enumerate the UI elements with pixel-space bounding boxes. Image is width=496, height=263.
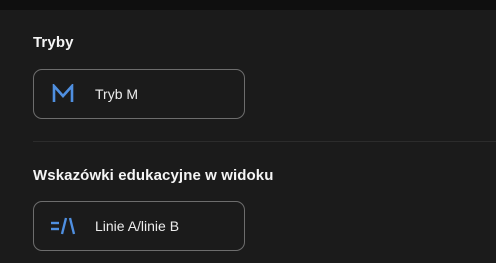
ab-lines-button[interactable]: Linie A/linie B (33, 201, 245, 251)
ab-lines-icon (50, 213, 76, 239)
mode-m-label: Tryb M (95, 86, 139, 102)
modes-section-title: Tryby (33, 34, 74, 51)
m-letter-icon (50, 81, 76, 107)
mode-m-button[interactable]: Tryb M (33, 69, 245, 119)
ab-lines-label: Linie A/linie B (95, 218, 180, 234)
education-section-title: Wskazówki edukacyjne w widoku (33, 167, 274, 184)
section-divider (33, 141, 496, 142)
top-bar (0, 0, 496, 10)
